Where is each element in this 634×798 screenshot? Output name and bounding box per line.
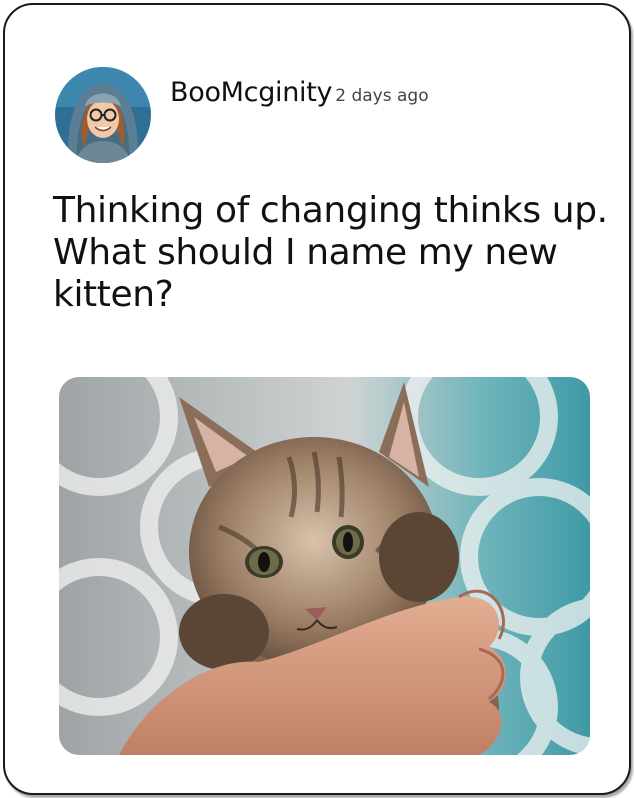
avatar-photo — [55, 67, 151, 163]
post-card: BooMcginity 2 days ago Thinking of changi… — [3, 3, 631, 795]
avatar[interactable] — [55, 67, 151, 163]
post-image[interactable] — [59, 377, 590, 755]
kitten-photo — [59, 377, 590, 755]
username-link[interactable]: BooMcginity — [170, 77, 333, 108]
post-timestamp: 2 days ago — [335, 86, 429, 106]
post-body-text: Thinking of changing thinks up. What sho… — [53, 190, 608, 315]
post-meta: BooMcginity 2 days ago — [170, 77, 429, 108]
